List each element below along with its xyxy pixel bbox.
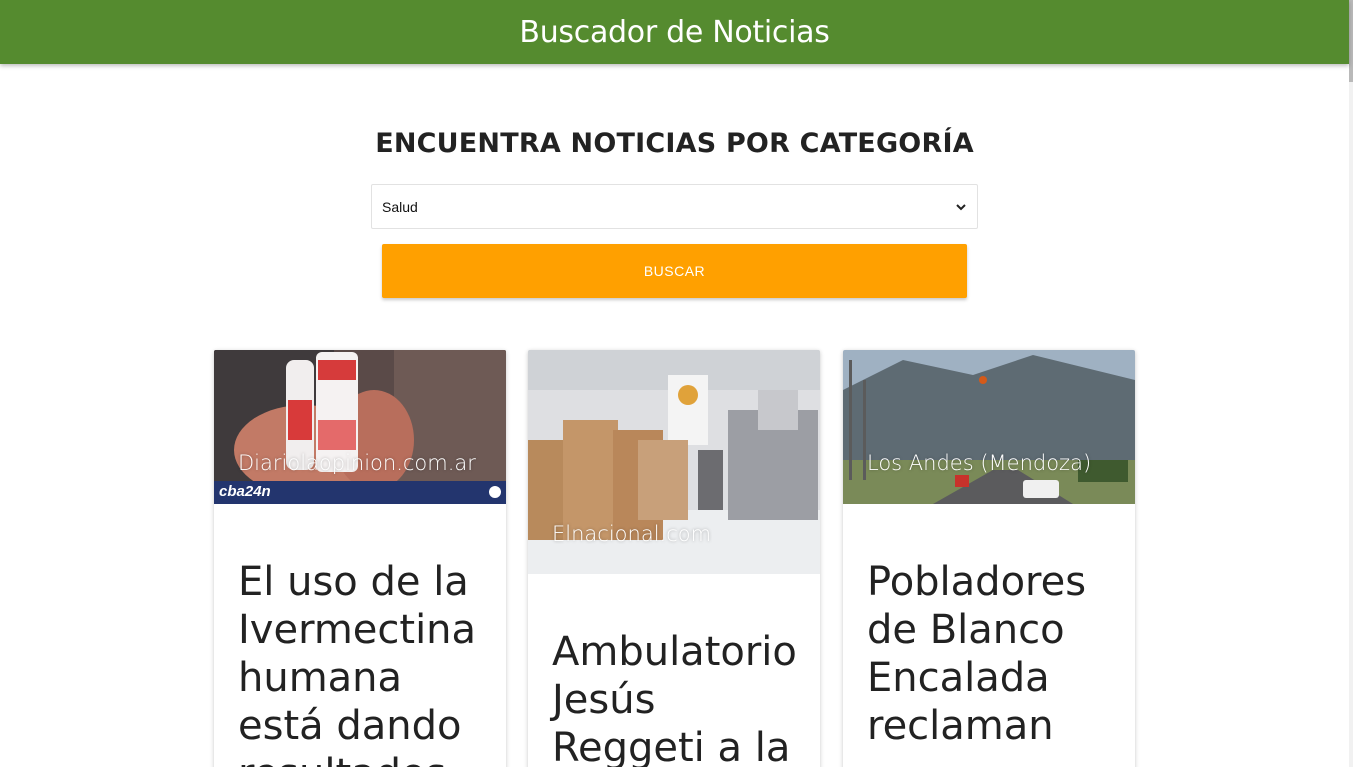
image-badge: cba24n bbox=[219, 483, 271, 500]
page-scrollbar[interactable] bbox=[1349, 0, 1353, 767]
brand-title[interactable]: Buscador de Noticias bbox=[519, 15, 829, 50]
news-title[interactable]: Pobladores de Blanco Encalada reclaman bbox=[867, 558, 1123, 750]
scrollbar-thumb[interactable] bbox=[1349, 0, 1353, 82]
page-heading: ENCUENTRA NOTICIAS POR CATEGORÍA bbox=[375, 128, 974, 159]
search-button[interactable]: BUSCAR bbox=[382, 244, 967, 298]
category-select[interactable]: Salud bbox=[371, 184, 978, 229]
news-source: Elnacional.com bbox=[552, 522, 712, 546]
category-select-value: Salud bbox=[382, 198, 418, 215]
chevron-down-icon bbox=[955, 201, 967, 213]
news-source: Los Andes (Mendoza) bbox=[867, 451, 1092, 475]
news-source: Diariolaopinion.com.ar bbox=[238, 451, 476, 475]
news-title[interactable]: El uso de la Ivermectina humana está dan… bbox=[238, 558, 494, 767]
news-title[interactable]: Ambulatorio Jesús Reggeti a la bbox=[552, 628, 808, 767]
news-card[interactable]: cba24n Diariolaopinion.com.ar El uso de … bbox=[214, 350, 506, 767]
news-card-image[interactable]: cba24n Diariolaopinion.com.ar bbox=[214, 350, 506, 504]
news-card-image[interactable]: Elnacional.com bbox=[528, 350, 820, 574]
news-card[interactable]: Elnacional.com Ambulatorio Jesús Reggeti… bbox=[528, 350, 820, 767]
news-card[interactable]: Los Andes (Mendoza) Pobladores de Blanco… bbox=[843, 350, 1135, 767]
top-navbar: Buscador de Noticias bbox=[0, 0, 1349, 64]
news-card-image[interactable]: Los Andes (Mendoza) bbox=[843, 350, 1135, 504]
